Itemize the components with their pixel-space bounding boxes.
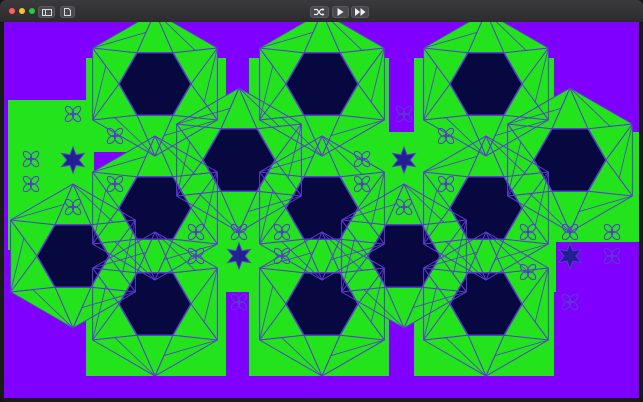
play-button[interactable]: [332, 6, 349, 18]
zoom-window-button[interactable]: [29, 8, 35, 14]
new-document-button[interactable]: [60, 6, 75, 18]
app-window: [0, 0, 643, 402]
pattern-canvas: [4, 22, 639, 398]
fast-forward-icon: [354, 8, 365, 16]
minimize-window-button[interactable]: [19, 8, 25, 14]
shuffle-button[interactable]: [310, 6, 329, 18]
sidebar-toggle-button[interactable]: [38, 6, 55, 18]
sidebar-icon: [41, 8, 52, 16]
close-window-button[interactable]: [9, 8, 15, 14]
document-icon: [64, 8, 71, 16]
shuffle-icon: [314, 8, 325, 16]
title-bar: [0, 0, 643, 23]
fast-forward-button[interactable]: [351, 6, 369, 18]
play-icon: [337, 8, 344, 16]
